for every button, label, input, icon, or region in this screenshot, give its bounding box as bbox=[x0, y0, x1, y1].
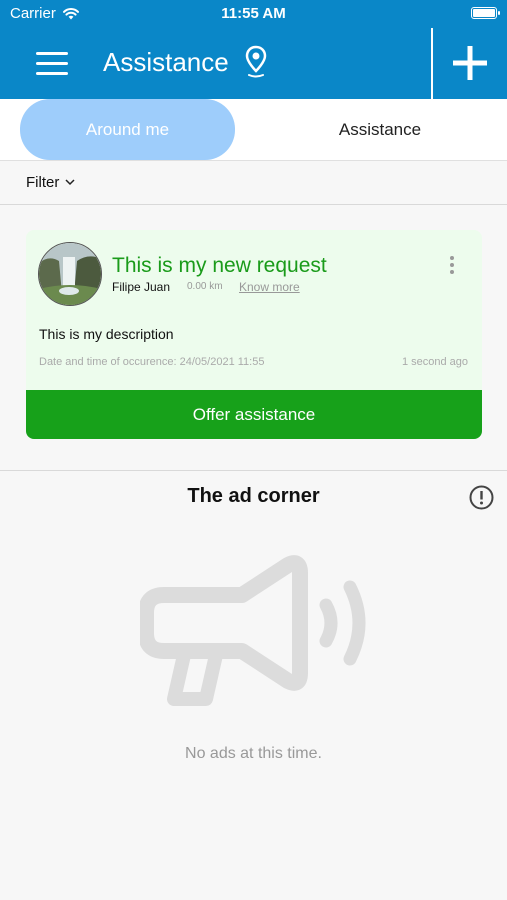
status-bar: Carrier 11:55 AM bbox=[0, 0, 507, 28]
status-time: 11:55 AM bbox=[221, 5, 286, 22]
page-title: Assistance bbox=[103, 47, 229, 77]
ad-divider bbox=[0, 470, 507, 471]
request-card: This is my new request Filipe Juan 0.00 … bbox=[26, 230, 482, 439]
ad-corner-title: The ad corner bbox=[187, 485, 320, 507]
chevron-down-icon bbox=[65, 179, 75, 186]
offer-assistance-button[interactable]: Offer assistance bbox=[26, 390, 482, 439]
menu-icon[interactable] bbox=[36, 52, 68, 76]
nav-bar: Assistance bbox=[0, 28, 507, 99]
request-author: Filipe Juan bbox=[112, 280, 171, 294]
no-ads-text: No ads at this time. bbox=[185, 745, 322, 762]
know-more-link[interactable]: Know more bbox=[239, 280, 300, 294]
tab-bar: Around me Assistance bbox=[0, 99, 507, 161]
request-date: Date and time of occurence: 24/05/2021 1… bbox=[39, 356, 265, 368]
battery-icon bbox=[471, 7, 500, 19]
tab-around-me[interactable]: Around me bbox=[20, 99, 235, 160]
request-title: This is my new request bbox=[112, 254, 327, 277]
avatar bbox=[38, 242, 102, 306]
nav-divider bbox=[431, 28, 433, 99]
location-pin-icon[interactable] bbox=[243, 45, 269, 79]
filter-row: Filter bbox=[0, 161, 507, 205]
filter-dropdown[interactable]: Filter bbox=[26, 174, 75, 191]
add-icon[interactable] bbox=[451, 44, 489, 82]
more-options-icon[interactable] bbox=[448, 256, 456, 276]
request-time-ago: 1 second ago bbox=[401, 356, 468, 368]
filter-label: Filter bbox=[26, 174, 60, 191]
megaphone-icon bbox=[140, 555, 366, 706]
request-distance: 0.00 km bbox=[187, 281, 223, 292]
request-description: This is my description bbox=[39, 326, 174, 342]
tab-assistance[interactable]: Assistance bbox=[260, 99, 500, 160]
info-icon[interactable] bbox=[469, 485, 494, 510]
